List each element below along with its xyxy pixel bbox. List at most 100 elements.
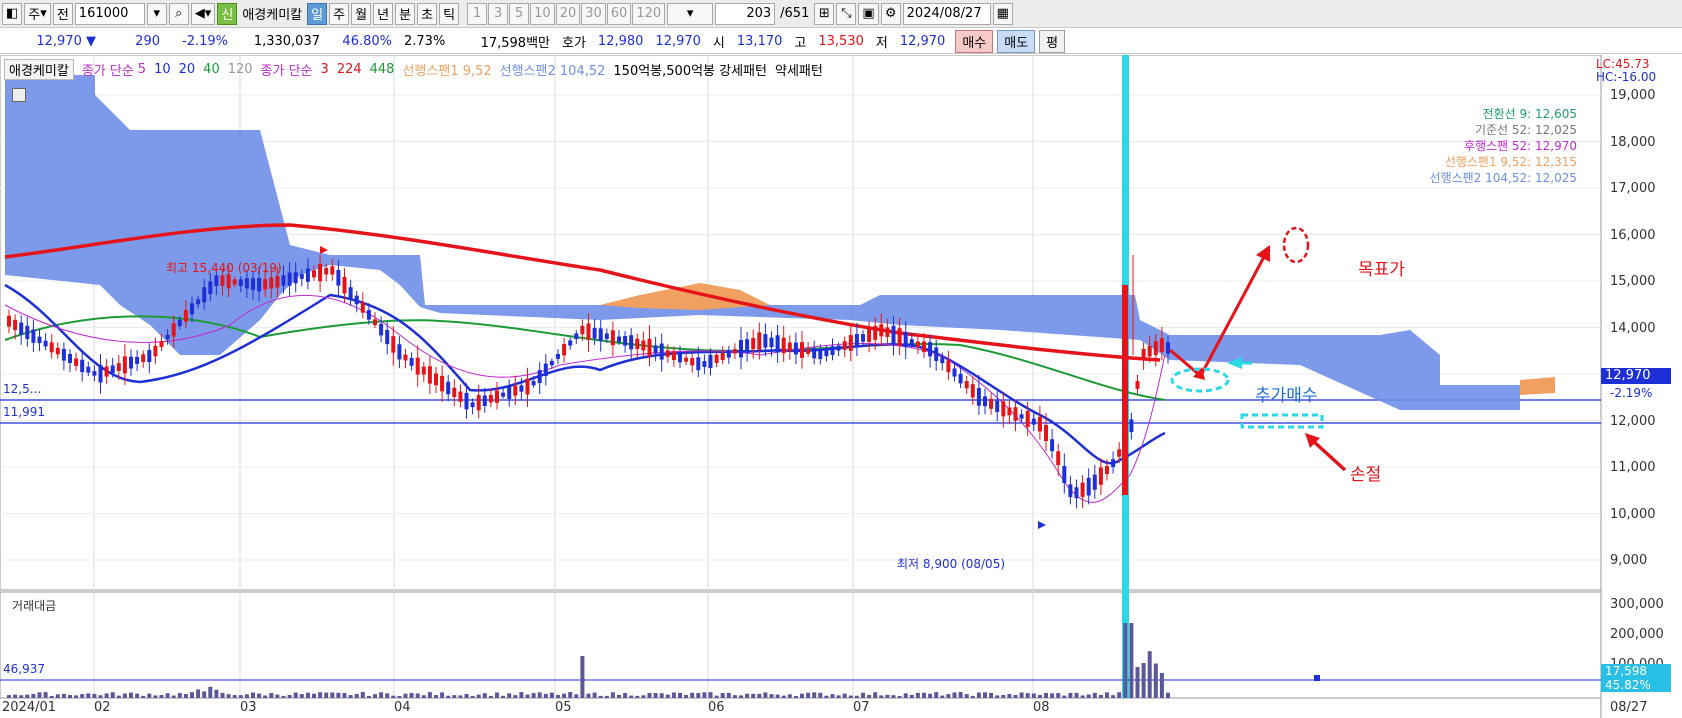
- volume-bar: [269, 692, 274, 698]
- period-tab[interactable]: 일: [307, 2, 328, 25]
- interval-tabs: 1 3 5 10 20 30 60 120: [467, 2, 666, 25]
- interval-tab[interactable]: 20: [555, 2, 581, 25]
- count-input[interactable]: 203: [715, 2, 776, 25]
- interval-tab[interactable]: 10: [530, 2, 555, 25]
- candle-body: [482, 395, 487, 406]
- code-input[interactable]: 161000: [74, 2, 145, 25]
- price-tick: 11,000: [1610, 460, 1656, 475]
- speaker-icon[interactable]: ◀▾: [190, 2, 216, 25]
- interval-dropdown[interactable]: ▾: [667, 2, 714, 25]
- candle-body: [940, 357, 945, 364]
- candle-body: [763, 334, 768, 348]
- candle-body: [177, 319, 182, 327]
- volume-bar: [824, 695, 829, 698]
- legend-stock-name[interactable]: 애경케미칼: [4, 59, 74, 80]
- draw-tool-icon[interactable]: ⤡: [836, 2, 857, 25]
- volume-bar: [647, 692, 652, 698]
- candle-body: [653, 345, 658, 354]
- volume-bar: [543, 693, 548, 698]
- volume-bar: [891, 695, 896, 698]
- volume-bar: [415, 693, 420, 698]
- volume-bar: [488, 695, 493, 698]
- volume-bar: [1007, 693, 1012, 698]
- candle-body: [391, 336, 396, 353]
- interval-tab[interactable]: 3: [488, 2, 509, 25]
- settings-icon[interactable]: ⚙: [880, 2, 901, 25]
- volume-bar: [549, 692, 554, 698]
- ichimoku-value: 기준선 52: 12,025: [1474, 123, 1577, 137]
- period-tab[interactable]: 년: [373, 2, 394, 25]
- volume-bar: [385, 693, 390, 698]
- code-dropdown-icon[interactable]: ▾: [146, 2, 167, 25]
- interval-tab[interactable]: 5: [509, 2, 530, 25]
- candle-body: [1074, 487, 1079, 499]
- date-input[interactable]: 2024/08/27: [902, 2, 991, 25]
- volume-bar: [348, 695, 353, 698]
- grid-toggle-icon[interactable]: [12, 88, 26, 102]
- candle-body: [409, 357, 414, 366]
- search-icon[interactable]: ⌕: [168, 2, 189, 25]
- period-tab[interactable]: 분: [395, 2, 416, 25]
- calendar-icon[interactable]: ▦: [992, 2, 1013, 25]
- period-tab[interactable]: 주: [329, 2, 350, 25]
- chart-type-icon[interactable]: ⊞: [814, 2, 835, 25]
- candle-body: [434, 373, 438, 386]
- candle-body: [952, 368, 957, 377]
- price-tick: 10,000: [1610, 506, 1656, 522]
- volume-bar: [604, 695, 609, 698]
- volume-bar: [190, 692, 194, 698]
- candle-body: [1129, 419, 1134, 433]
- interval-tab[interactable]: 30: [581, 2, 606, 25]
- volume-bar: [848, 695, 853, 698]
- volume-bar: [1147, 651, 1152, 698]
- candle-body: [110, 365, 115, 374]
- candle-body: [385, 329, 390, 345]
- volume-bar: [922, 692, 926, 698]
- candle-body: [147, 349, 152, 363]
- prev-button[interactable]: 전: [52, 2, 73, 25]
- candle-body: [232, 279, 237, 285]
- cloud-bull-right: [1520, 377, 1555, 395]
- volume-bar: [995, 695, 1000, 698]
- legend-ma-224: 224: [336, 62, 362, 77]
- period-tab[interactable]: 초: [417, 2, 438, 25]
- volume-bar: [806, 692, 811, 698]
- layout-icon[interactable]: ◧: [2, 2, 23, 25]
- market-select[interactable]: 주 ▾: [24, 2, 51, 25]
- candle-body: [348, 287, 353, 298]
- period-tab[interactable]: 월: [351, 2, 372, 25]
- interval-tab[interactable]: 120: [632, 2, 666, 25]
- volume-bar: [287, 694, 292, 698]
- volume-bar: [165, 693, 170, 698]
- interval-tab[interactable]: 1: [467, 2, 488, 25]
- date-tick: 06: [708, 700, 725, 715]
- interval-tab[interactable]: 60: [606, 2, 632, 25]
- volume-bar: [336, 692, 341, 698]
- candle-body: [129, 356, 133, 369]
- candle-body: [525, 378, 530, 395]
- eval-button[interactable]: 평: [1039, 29, 1066, 53]
- volume-bar: [763, 692, 768, 698]
- candle-body: [336, 269, 341, 286]
- volume-bar: [251, 692, 255, 698]
- quote-bar: 12,970 ▼ 290 -2.19% 1,330,037 46.80% 2.7…: [0, 29, 1682, 54]
- save-icon[interactable]: ▣: [858, 2, 879, 25]
- sell-button[interactable]: 매도: [997, 29, 1036, 53]
- volume-bar: [1037, 695, 1042, 698]
- candle-body: [574, 333, 579, 340]
- buy-button[interactable]: 매수: [955, 29, 994, 53]
- candle-body: [415, 357, 420, 375]
- candle-body: [165, 334, 170, 340]
- candle-body: [934, 347, 939, 361]
- volume-bar: [854, 695, 859, 698]
- candle-body: [824, 350, 829, 357]
- period-tab[interactable]: 틱: [439, 2, 460, 25]
- candle-body: [873, 325, 878, 340]
- volume-bar: [110, 692, 115, 698]
- candle-body: [519, 385, 524, 392]
- volume-bar: [196, 689, 201, 698]
- high-price: 13,530: [818, 33, 864, 49]
- volume-bar: [31, 693, 36, 698]
- volume-bar: [476, 694, 481, 698]
- volume-bar: [861, 692, 865, 698]
